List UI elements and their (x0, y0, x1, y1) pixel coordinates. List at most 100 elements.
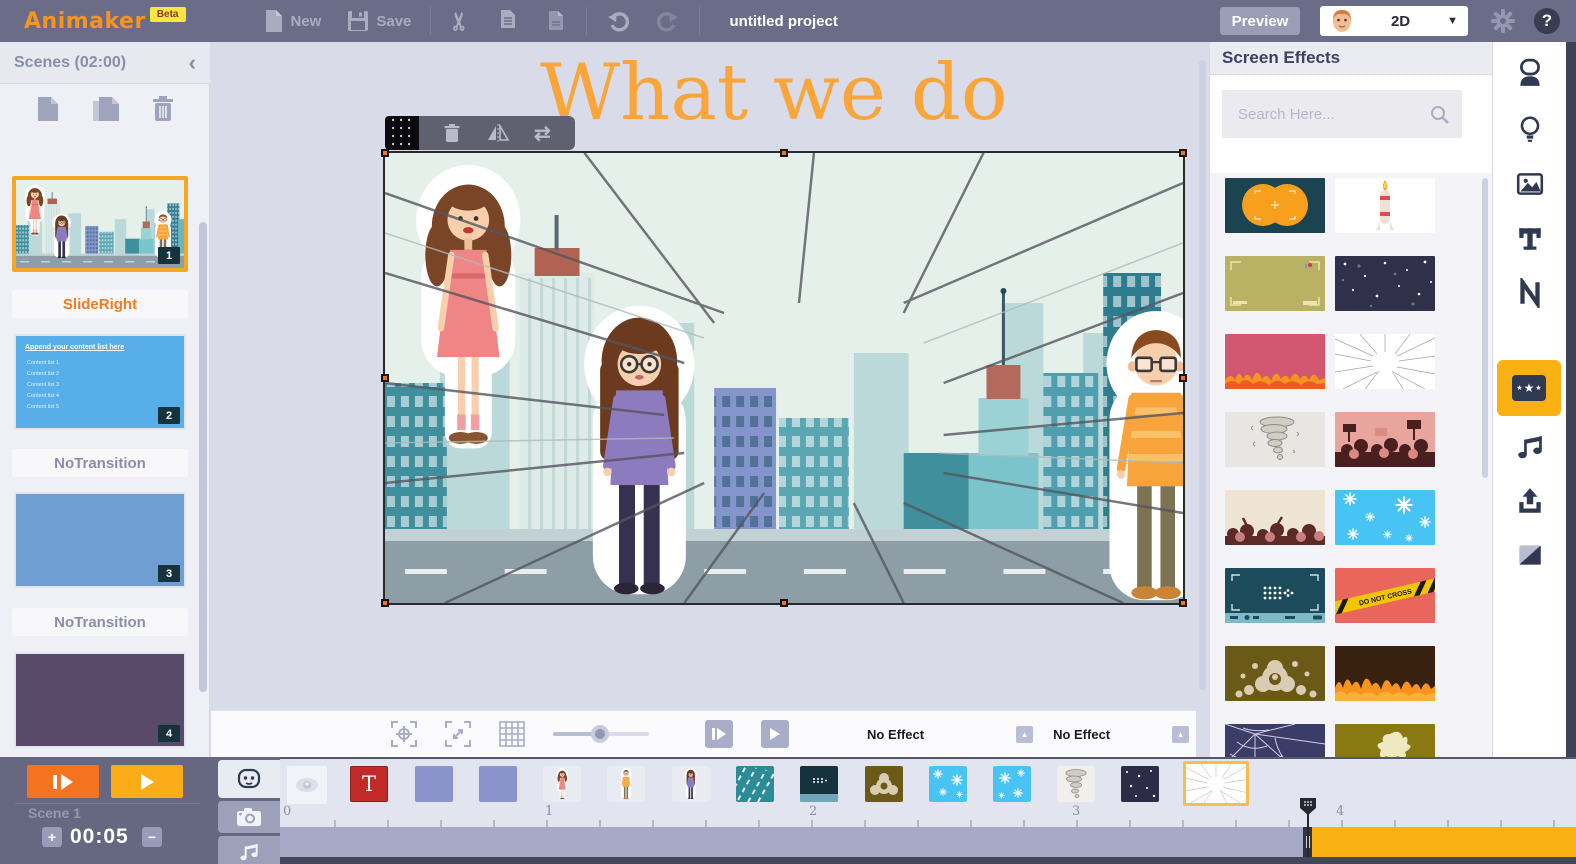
upload-icon[interactable] (1515, 486, 1545, 516)
drag-handle[interactable] (385, 116, 419, 150)
resize-handle-s[interactable] (780, 599, 788, 607)
settings-button[interactable] (1490, 8, 1516, 34)
save-button[interactable]: Save (347, 10, 411, 32)
zoom-slider[interactable] (553, 725, 649, 743)
paste-button[interactable] (545, 9, 567, 33)
effect-snowfall-1[interactable] (1335, 490, 1435, 545)
effect-out-dropdown[interactable]: No Effect (1053, 727, 1110, 742)
resize-handle-n[interactable] (780, 149, 788, 157)
tab-audio-track[interactable] (218, 836, 280, 864)
selected-image[interactable] (385, 153, 1183, 603)
effect-in-up-button[interactable]: ▲ (1016, 726, 1033, 743)
resize-handle-w[interactable] (381, 374, 389, 382)
timeline-item-visibility[interactable] (287, 766, 327, 804)
decrease-duration-button[interactable]: − (142, 827, 162, 847)
effect-tornado[interactable] (1225, 412, 1325, 467)
effect-out-up-button[interactable]: ▲ (1172, 726, 1189, 743)
mode-dropdown[interactable]: 2D ▼ (1320, 6, 1468, 36)
numbers-icon[interactable] (1515, 278, 1545, 308)
copy-button[interactable] (497, 9, 519, 33)
play-scene-button[interactable] (705, 720, 733, 748)
playhead-handle[interactable] (1299, 797, 1317, 816)
add-scene-icon[interactable] (35, 95, 61, 123)
timeline-item-color-block[interactable] (415, 766, 453, 802)
cut-button[interactable]: ✂ (450, 7, 470, 36)
characters-icon[interactable] (1515, 58, 1545, 88)
effect-do-not-cross[interactable]: DO NOT CROSS (1335, 568, 1435, 623)
transitions-icon[interactable] (1515, 540, 1545, 570)
play-project-button[interactable] (761, 720, 789, 748)
effects-tab-active[interactable]: ★ ★ ★ (1497, 360, 1561, 416)
effect-camera-recording[interactable] (1225, 568, 1325, 623)
effect-spider-web[interactable] (1225, 724, 1325, 757)
search-input[interactable] (1222, 90, 1462, 138)
timeline-item-snow[interactable] (993, 766, 1031, 802)
swap-object-icon[interactable]: ⇄ (534, 121, 551, 146)
effect-viewfinder[interactable] (1225, 256, 1325, 311)
resize-handle-e[interactable] (1179, 374, 1187, 382)
delete-scene-icon[interactable] (151, 95, 175, 123)
scene-thumbnail-3[interactable]: 3 (14, 492, 186, 588)
play-scene-from-start-button[interactable] (27, 765, 99, 798)
zoom-slider-handle[interactable] (591, 725, 609, 743)
timeline-item-character-orange[interactable] (607, 766, 645, 802)
transition-button-2[interactable]: NoTransition (12, 449, 188, 477)
effect-night-stars[interactable] (1335, 256, 1435, 311)
new-button[interactable]: New (264, 9, 322, 33)
search-icon[interactable] (1430, 105, 1450, 125)
effect-dust-splash[interactable] (1335, 724, 1435, 757)
resize-handle-se[interactable] (1179, 599, 1187, 607)
timeline-item-character-pink[interactable] (543, 766, 581, 802)
timeline-item-camera-recording[interactable] (800, 766, 838, 802)
text-icon[interactable] (1515, 224, 1545, 254)
effect-missile[interactable] (1335, 178, 1435, 233)
transition-button-3[interactable]: NoTransition (12, 608, 188, 636)
tab-items-track[interactable] (218, 760, 280, 798)
fit-center-icon[interactable] (391, 721, 417, 747)
properties-bulb-icon[interactable] (1515, 114, 1545, 144)
images-icon[interactable] (1515, 169, 1545, 199)
timeline-item-smoke[interactable] (865, 766, 903, 802)
scene-thumbnail-4[interactable]: 4 (14, 652, 186, 748)
timeline-item-night-stars[interactable] (1121, 766, 1159, 802)
canvas-scrollbar[interactable] (1199, 60, 1206, 690)
grid-toggle-icon[interactable] (499, 721, 525, 747)
project-title[interactable]: untitled project (730, 13, 838, 30)
tab-camera-track[interactable] (218, 801, 280, 833)
effect-in-dropdown[interactable]: No Effect (867, 727, 924, 742)
effect-binoculars[interactable] (1225, 178, 1325, 233)
delete-object-icon[interactable] (443, 123, 461, 143)
effect-protest-crowd[interactable] (1335, 412, 1435, 467)
effect-speed-lines[interactable] (1335, 334, 1435, 389)
collapse-panel-icon[interactable]: ‹ (189, 50, 196, 76)
scenes-scrollbar[interactable] (199, 222, 207, 692)
scene-thumbnail-1[interactable]: 1 (12, 176, 188, 272)
preview-button[interactable]: Preview (1220, 7, 1300, 35)
effect-fire-dark[interactable] (1335, 646, 1435, 701)
timeline-item-tornado[interactable] (1057, 766, 1095, 802)
effect-fire-pink[interactable] (1225, 334, 1325, 389)
scene-track-bar[interactable] (280, 827, 1303, 857)
resize-handle-nw[interactable] (381, 149, 389, 157)
timeline-item-speed-lines-selected[interactable] (1183, 761, 1249, 806)
app-logo[interactable]: Animaker Beta (24, 9, 186, 34)
resize-handle-ne[interactable] (1179, 149, 1187, 157)
timeline-item-color-block[interactable] (479, 766, 517, 802)
resize-handle-sw[interactable] (381, 599, 389, 607)
scene-thumbnail-2[interactable]: Append your content list here Content li… (14, 334, 186, 430)
increase-duration-button[interactable]: + (42, 827, 62, 847)
timeline-item-snow[interactable] (929, 766, 967, 802)
character-orange[interactable] (1107, 311, 1183, 600)
music-icon[interactable] (1515, 432, 1545, 462)
flip-object-icon[interactable] (486, 124, 510, 142)
timeline-item-rain[interactable] (736, 766, 774, 802)
timeline-item-title-text[interactable]: T (350, 766, 388, 802)
duplicate-scene-icon[interactable] (91, 95, 121, 123)
undo-button[interactable] (606, 9, 630, 33)
transition-button-1[interactable]: SlideRight (12, 290, 188, 318)
play-all-button[interactable] (111, 765, 183, 798)
redo-button[interactable] (656, 9, 680, 33)
help-button[interactable]: ? (1534, 8, 1560, 34)
effect-smoke-explosion[interactable] (1225, 646, 1325, 701)
canvas-title-text[interactable]: What we do (540, 48, 1008, 138)
